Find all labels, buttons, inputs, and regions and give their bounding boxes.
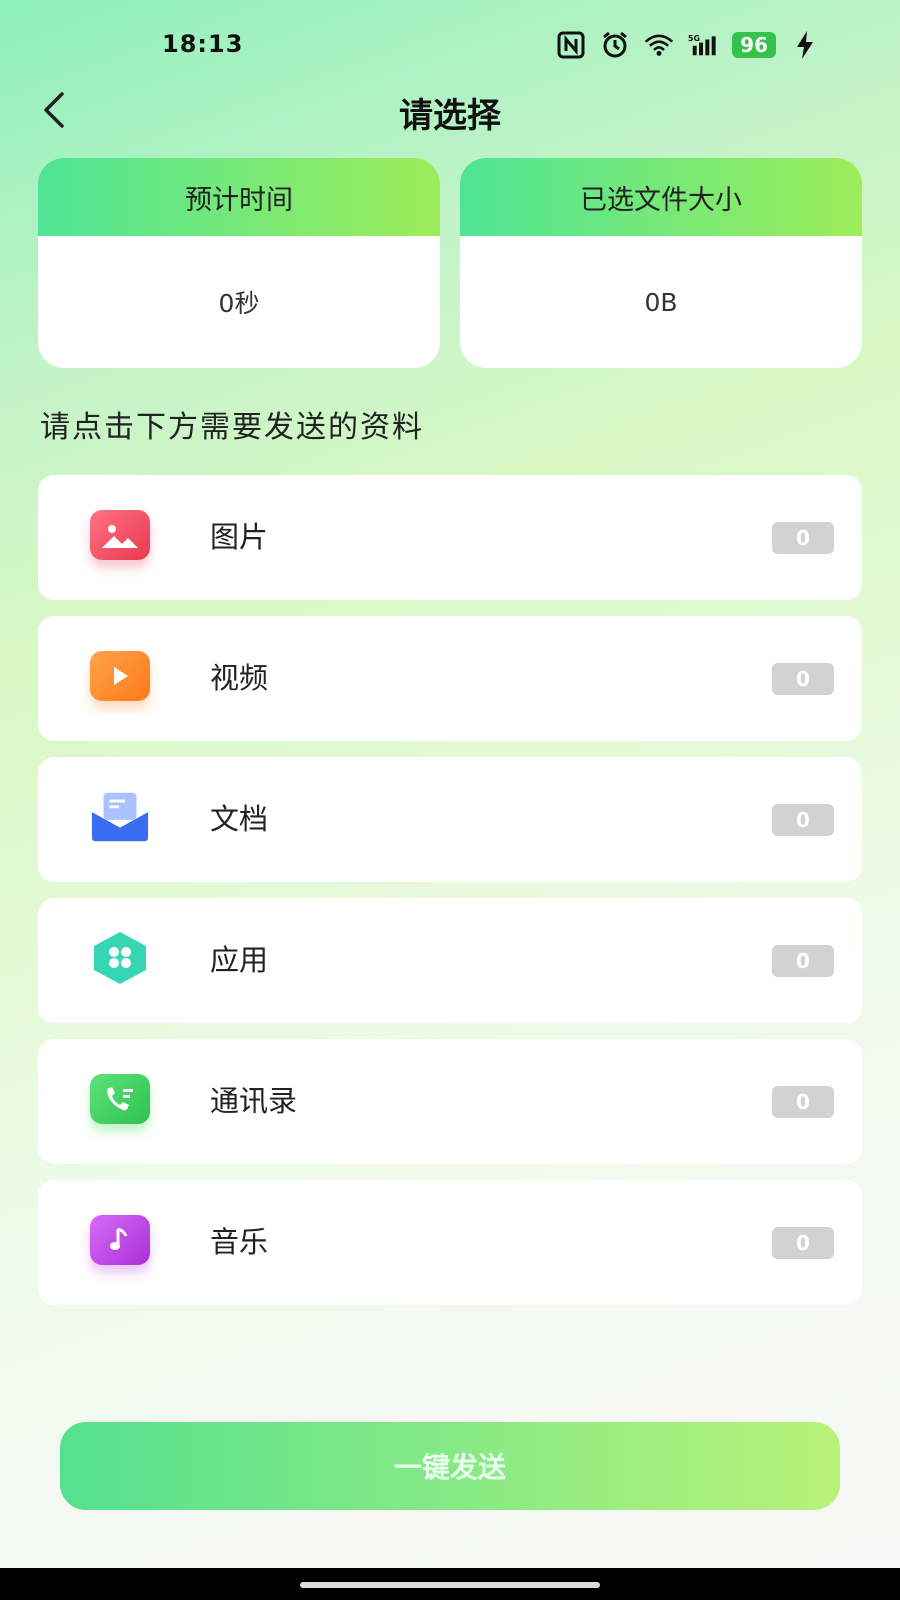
category-label: 视频 <box>210 661 269 695</box>
selected-size-value: 0B <box>644 287 678 317</box>
music-note-icon <box>90 1215 150 1265</box>
alarm-icon <box>600 30 630 60</box>
selected-size-card: 已选文件大小 0B <box>460 158 862 368</box>
category-label: 音乐 <box>210 1225 269 1259</box>
category-label: 通讯录 <box>210 1084 298 1118</box>
estimated-time-label: 预计时间 <box>38 158 440 236</box>
home-indicator[interactable] <box>300 1582 600 1588</box>
category-item-videos[interactable]: 视频 0 <box>38 616 862 741</box>
category-item-contacts[interactable]: 通讯录 0 <box>38 1039 862 1164</box>
network-type: 5G <box>688 34 700 43</box>
category-item-documents[interactable]: 文档 0 <box>38 757 862 882</box>
category-list: 图片 0 视频 0 文档 0 应用 0 通讯录 0 音乐 0 <box>38 475 862 1321</box>
category-item-music[interactable]: 音乐 0 <box>38 1180 862 1305</box>
category-label: 应用 <box>210 943 269 977</box>
estimated-time-card: 预计时间 0秒 <box>38 158 440 368</box>
send-all-button[interactable]: 一键发送 <box>60 1422 840 1510</box>
signal-icon: 5G <box>688 30 718 60</box>
count-badge: 0 <box>772 1227 834 1259</box>
document-envelope-icon <box>90 792 150 842</box>
count-badge: 0 <box>772 522 834 554</box>
category-label: 文档 <box>210 802 269 836</box>
category-label: 图片 <box>210 520 269 554</box>
count-badge: 0 <box>772 804 834 836</box>
count-badge: 0 <box>772 663 834 695</box>
instruction-text: 请点击下方需要发送的资料 <box>40 410 424 445</box>
page-title: 请选择 <box>399 96 501 136</box>
category-item-apps[interactable]: 应用 0 <box>38 898 862 1023</box>
status-bar: 18:13 5G 96 <box>0 0 900 90</box>
video-play-icon <box>90 651 150 701</box>
selected-size-label: 已选文件大小 <box>460 158 862 236</box>
nfc-icon <box>556 30 586 60</box>
charging-icon <box>790 30 820 60</box>
image-icon <box>90 510 150 560</box>
battery-icon: 96 <box>732 32 776 58</box>
status-icons: 5G 96 <box>556 30 820 60</box>
app-hexagon-icon <box>90 932 150 984</box>
category-item-images[interactable]: 图片 0 <box>38 475 862 600</box>
contacts-phone-icon <box>90 1074 150 1124</box>
count-badge: 0 <box>772 1086 834 1118</box>
status-time: 18:13 <box>162 30 244 58</box>
estimated-time-value: 0秒 <box>218 289 260 318</box>
count-badge: 0 <box>772 945 834 977</box>
wifi-icon <box>644 30 674 60</box>
